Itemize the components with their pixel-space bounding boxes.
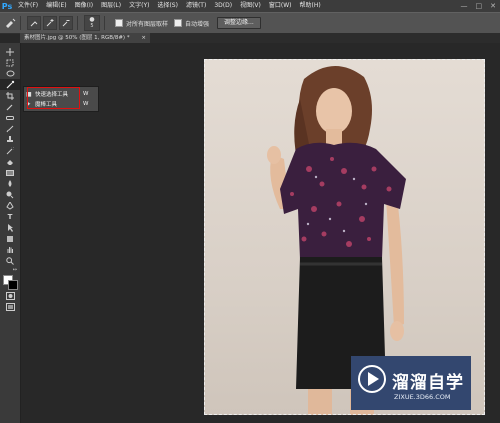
quick-selection-tool-icon[interactable]	[0, 79, 20, 90]
new-selection-icon[interactable]	[27, 16, 41, 30]
swap-colors-icon[interactable]: ↔	[0, 266, 20, 274]
background-color-swatch[interactable]	[8, 280, 18, 290]
brush-tool-icon[interactable]	[0, 123, 20, 134]
menu-layer[interactable]: 图层(L)	[97, 0, 125, 12]
watermark-title: 溜溜自学	[392, 373, 464, 393]
divider	[77, 16, 78, 30]
app-logo: Ps	[1, 1, 13, 11]
eyedropper-tool-icon[interactable]	[0, 101, 20, 112]
lasso-tool-icon[interactable]	[0, 68, 20, 79]
menu-edit[interactable]: 编辑(E)	[42, 0, 70, 12]
quick-mask-icon[interactable]	[0, 290, 20, 301]
screen-mode-icon[interactable]	[0, 301, 20, 312]
marquee-tool-icon[interactable]	[0, 57, 20, 68]
highlight-annotation	[27, 87, 80, 109]
eraser-tool-icon[interactable]	[0, 156, 20, 167]
menu-window[interactable]: 窗口(W)	[265, 0, 296, 12]
menu-select[interactable]: 选择(S)	[153, 0, 182, 12]
document-tab-label: 素材图片.jpg @ 50% (图层 1, RGB/8#) *	[24, 35, 130, 41]
sample-all-layers-label: 对所有图层取样	[126, 20, 169, 28]
color-swatches[interactable]	[0, 274, 20, 290]
menu-bar: Ps 文件(F) 编辑(E) 图像(I) 图层(L) 文字(Y) 选择(S) 滤…	[0, 0, 500, 12]
toolbox: T ↔	[0, 43, 21, 423]
path-selection-tool-icon[interactable]	[0, 222, 20, 233]
minimize-button[interactable]: —	[461, 2, 468, 10]
auto-enhance-label: 自动增强	[185, 20, 210, 28]
add-to-selection-icon[interactable]	[43, 16, 57, 30]
healing-brush-tool-icon[interactable]	[0, 112, 20, 123]
history-brush-tool-icon[interactable]	[0, 145, 20, 156]
divider	[104, 16, 105, 30]
maximize-button[interactable]: □	[476, 2, 483, 10]
window-controls: — □ ✕	[461, 0, 497, 12]
options-bar: ● 5 对所有图层取样 自动增强 调整边缘...	[0, 12, 500, 34]
crop-tool-icon[interactable]	[0, 90, 20, 101]
menu-filter[interactable]: 滤镜(T)	[182, 0, 210, 12]
flyout-item-shortcut: W	[83, 91, 89, 97]
close-tab-icon[interactable]: ×	[141, 33, 146, 43]
move-tool-icon[interactable]	[0, 46, 20, 57]
gradient-tool-icon[interactable]	[0, 167, 20, 178]
document-tab-bar: 素材图片.jpg @ 50% (图层 1, RGB/8#) * ×	[20, 33, 500, 43]
brush-size-value: 5	[90, 23, 94, 29]
document-tab[interactable]: 素材图片.jpg @ 50% (图层 1, RGB/8#) * ×	[20, 33, 150, 43]
dodge-tool-icon[interactable]	[0, 189, 20, 200]
menu-image[interactable]: 图像(I)	[71, 0, 97, 12]
menu-view[interactable]: 视图(V)	[236, 0, 265, 12]
divider	[20, 16, 21, 30]
blur-tool-icon[interactable]	[0, 178, 20, 189]
refine-edge-button[interactable]: 调整边缘...	[217, 17, 261, 29]
clone-stamp-tool-icon[interactable]	[0, 134, 20, 145]
rectangle-tool-icon[interactable]	[0, 233, 20, 244]
tool-preset-icon[interactable]	[4, 17, 16, 29]
flyout-item-shortcut: W	[83, 101, 89, 107]
watermark-url: ZIXUE.3D66.COM	[394, 393, 451, 401]
menu-3d[interactable]: 3D(D)	[210, 0, 236, 12]
menu-help[interactable]: 帮助(H)	[296, 0, 325, 12]
sample-all-layers-checkbox[interactable]	[115, 19, 123, 27]
watermark-play-icon	[358, 365, 386, 393]
zoom-tool-icon[interactable]	[0, 255, 20, 266]
menu-type[interactable]: 文字(Y)	[125, 0, 153, 12]
hand-tool-icon[interactable]	[0, 244, 20, 255]
auto-enhance-checkbox[interactable]	[174, 19, 183, 27]
type-tool-icon[interactable]: T	[0, 211, 20, 222]
pen-tool-icon[interactable]	[0, 200, 20, 211]
close-button[interactable]: ✕	[490, 2, 496, 10]
menu-file[interactable]: 文件(F)	[14, 0, 42, 12]
brush-size-picker[interactable]: ● 5	[84, 15, 100, 31]
subtract-from-selection-icon[interactable]	[59, 16, 73, 30]
